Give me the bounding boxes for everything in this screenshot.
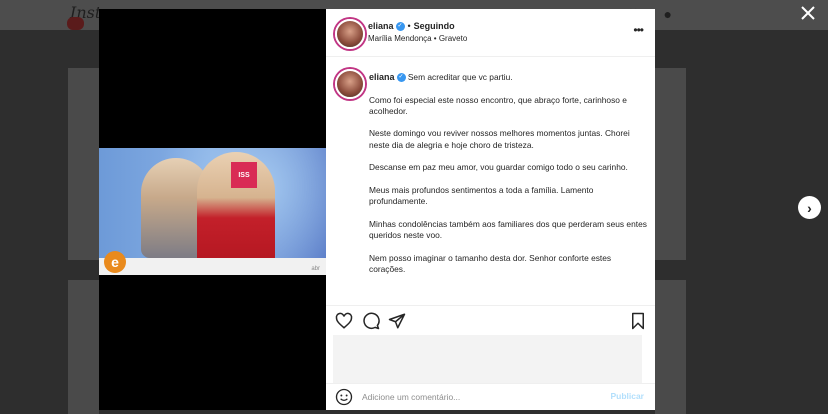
likes-section [333, 335, 642, 383]
more-options-button[interactable]: ••• [633, 23, 644, 37]
chevron-right-icon: › [807, 199, 812, 216]
post-header: eliana ✓ • Seguindo Marília Mendonça • Grav… [326, 9, 655, 57]
comment-box: Publicar [326, 383, 655, 411]
background-post-tile [68, 280, 99, 414]
comment-input[interactable] [362, 390, 592, 404]
stage-sign: ISS [231, 162, 257, 188]
caption-avatar[interactable] [335, 69, 365, 99]
avatar[interactable] [335, 19, 365, 49]
post-caption: eliana ✓ Sem acreditar que vc partiu. Com… [326, 65, 655, 305]
verified-icon: ✓ [395, 22, 405, 32]
header-line: eliana ✓ • Seguindo [368, 21, 455, 32]
next-post-button[interactable]: › [798, 196, 821, 219]
bookmark-icon[interactable] [629, 312, 647, 330]
post-detail-panel: eliana ✓ • Seguindo Marília Mendonça • Grav… [326, 9, 655, 410]
post-location[interactable]: Marília Mendonça • Graveto [368, 34, 467, 43]
post-author-username[interactable]: eliana [368, 21, 394, 31]
follow-status-button[interactable]: Seguindo [414, 21, 455, 31]
publish-button[interactable]: Publicar [610, 391, 644, 401]
caption-paragraph: Neste domingo vou reviver nossos melhore… [369, 128, 630, 150]
ticker-text [129, 261, 297, 272]
caption-paragraph: Nem posso imaginar o tamanho desta dor. … [369, 252, 612, 275]
background-post-tile [68, 68, 99, 260]
verified-icon: ✓ [396, 73, 406, 83]
caption-lead: Sem acreditar que vc partiu. [407, 72, 513, 82]
emoji-icon[interactable] [335, 388, 353, 406]
close-icon [801, 6, 815, 20]
caption-first-line: eliana ✓ Sem acreditar que vc partiu. [369, 72, 649, 83]
video-frame: ISS e abr [99, 148, 326, 275]
ticker-corner-text: abr [311, 266, 320, 272]
more-horizontal-icon: ••• [633, 23, 644, 37]
separator-dot: • [407, 21, 411, 31]
background-post-tile [655, 68, 686, 260]
close-modal-button[interactable] [800, 3, 816, 25]
caption-paragraph: Minhas condolências também aos familiare… [369, 218, 647, 241]
share-icon[interactable] [388, 312, 406, 330]
background-notification-badge [67, 17, 84, 30]
post-media[interactable]: ISS e abr [99, 9, 413, 410]
caption-paragraph: Como foi especial este nosso encontro, q… [369, 94, 627, 116]
caption-paragraph: Descanse em paz meu amor, vou guardar co… [369, 162, 628, 173]
post-actions [326, 305, 655, 336]
caption-paragraph: Meus mais profundos sentimentos a toda a… [369, 184, 594, 207]
background-post-tile [655, 280, 686, 414]
caption-text: eliana ✓ Sem acreditar que vc partiu. Com… [369, 72, 649, 287]
comment-icon[interactable] [362, 312, 380, 330]
heart-icon[interactable] [335, 312, 353, 330]
channel-logo: e [104, 251, 126, 273]
caption-username[interactable]: eliana [369, 72, 395, 82]
